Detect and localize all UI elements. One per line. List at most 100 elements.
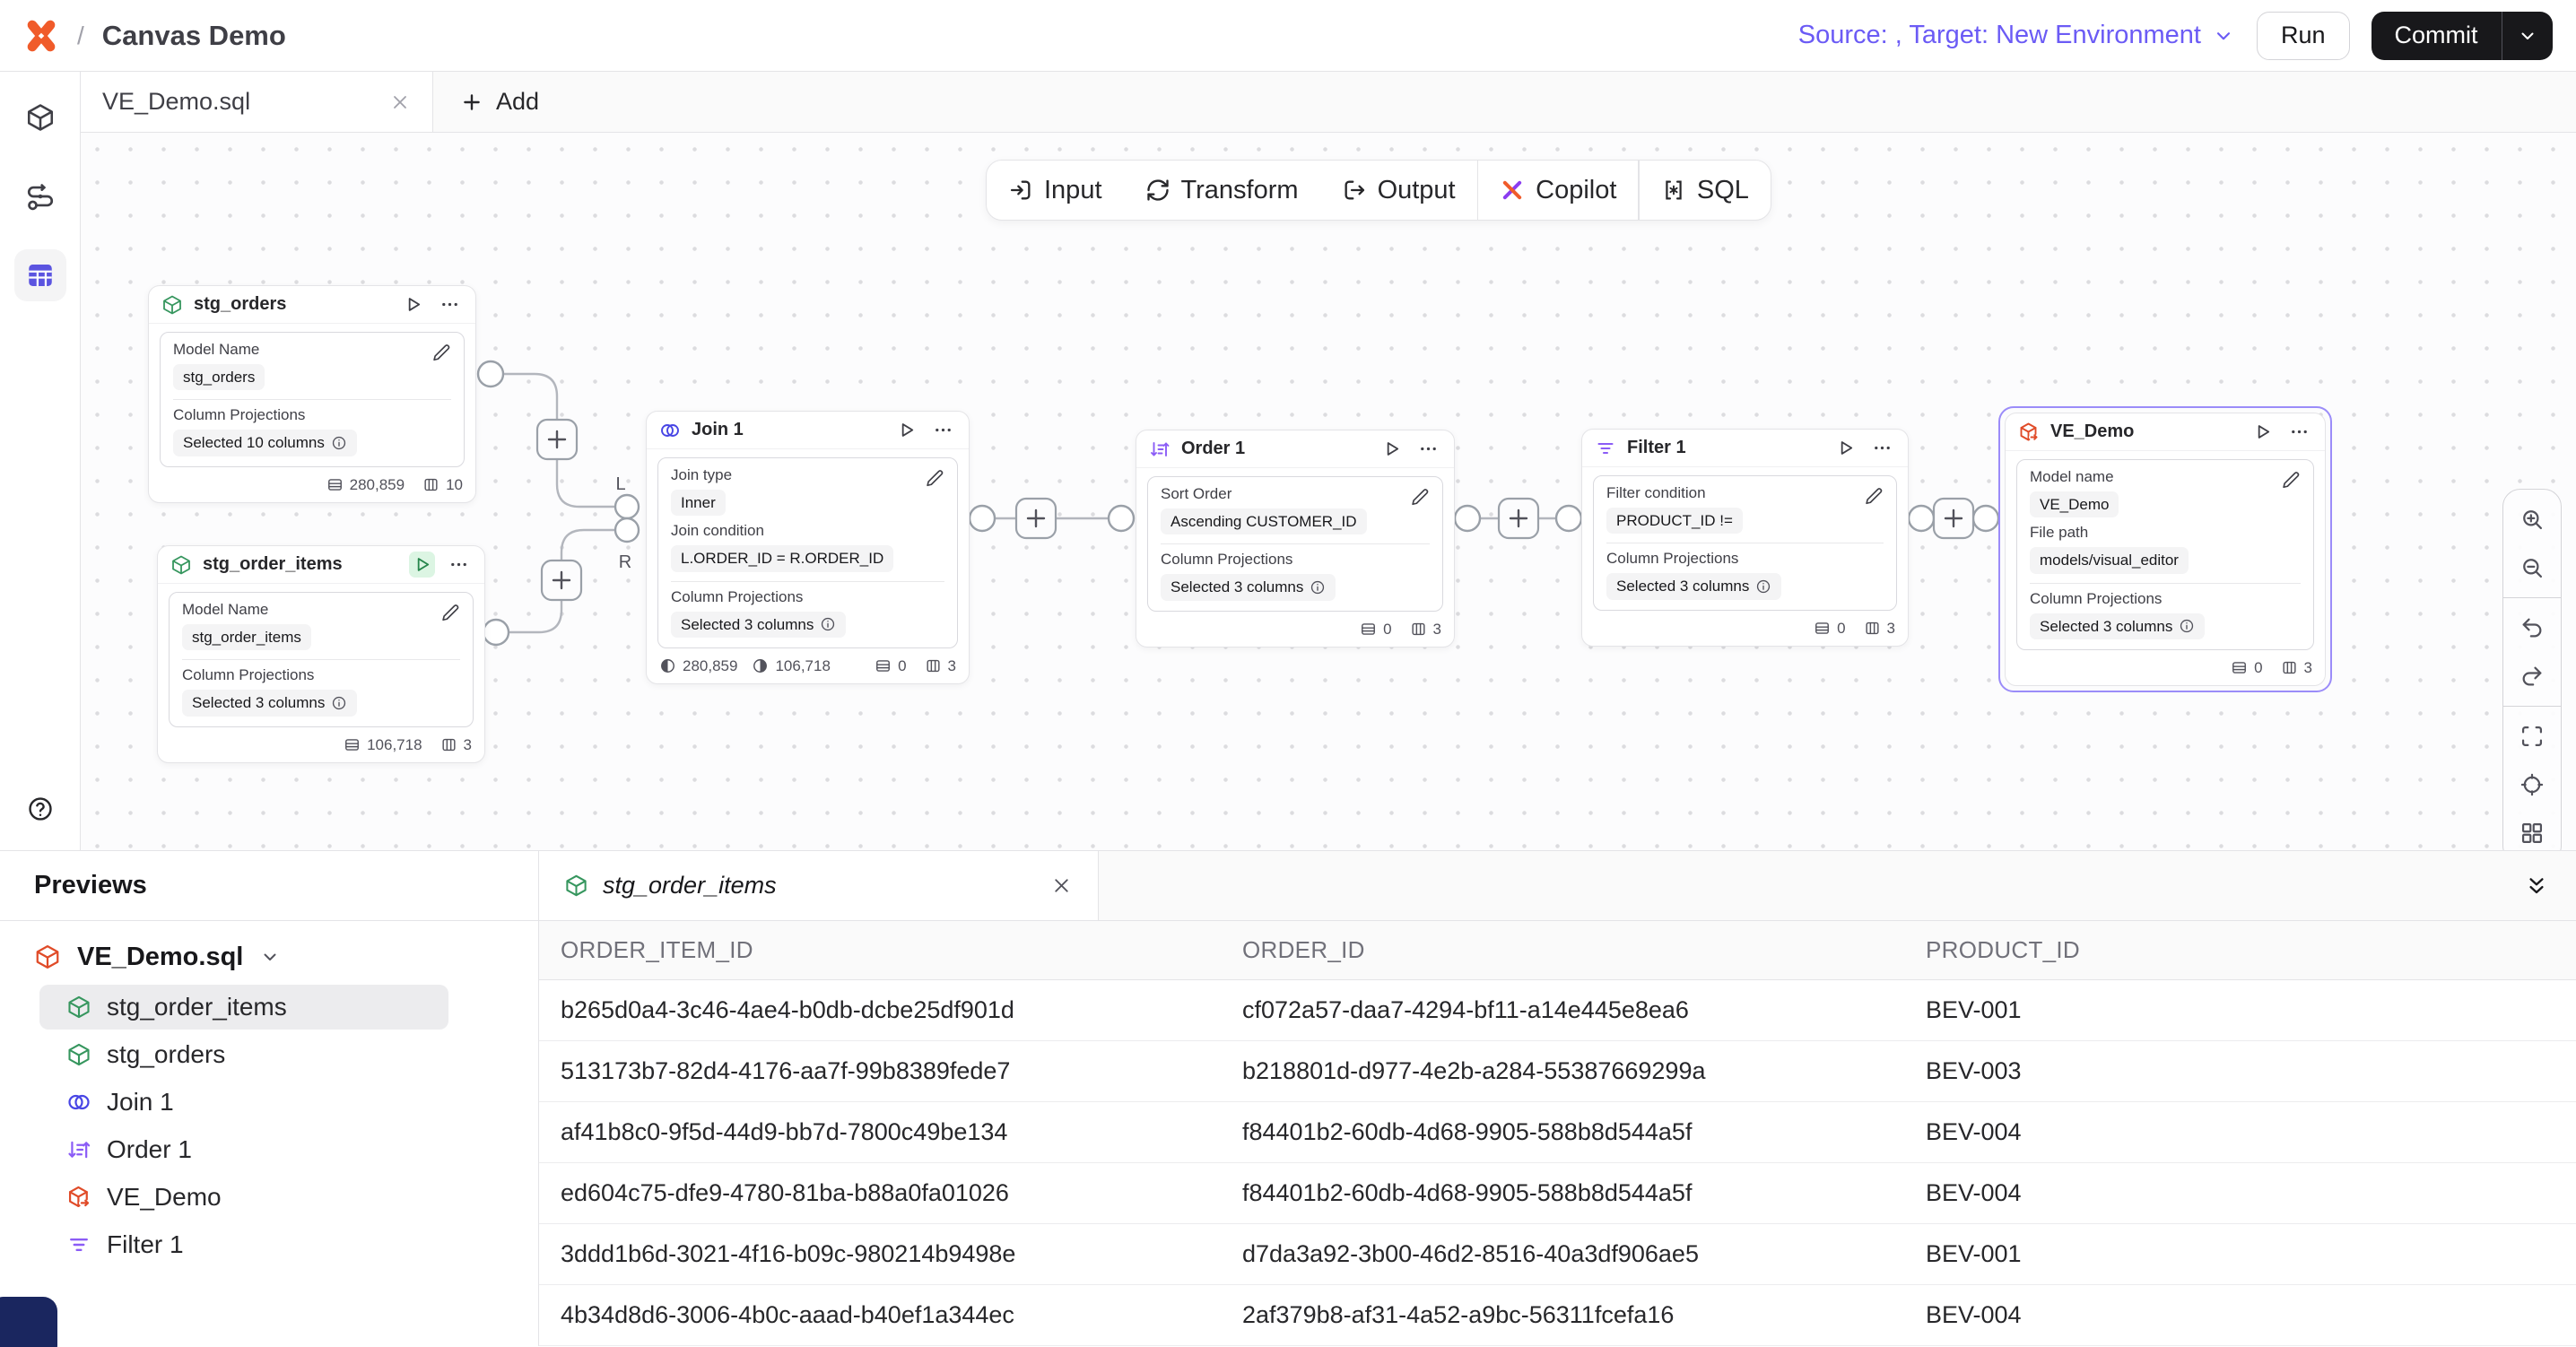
input-port[interactable] bbox=[1556, 506, 1581, 531]
rows-icon bbox=[1360, 621, 1377, 638]
output-port[interactable] bbox=[1455, 506, 1480, 531]
edit-icon[interactable] bbox=[1410, 487, 1430, 507]
chevron-down-icon[interactable] bbox=[259, 946, 281, 968]
info-icon[interactable] bbox=[2179, 618, 2195, 634]
copilot-icon bbox=[1500, 178, 1525, 203]
tree-item-join-1[interactable]: Join 1 bbox=[39, 1080, 448, 1125]
play-icon bbox=[1381, 439, 1402, 459]
center-view-button[interactable] bbox=[2510, 762, 2554, 807]
node-play-button[interactable] bbox=[1832, 435, 1858, 461]
chevrons-down-icon bbox=[2524, 873, 2549, 899]
field-value-chip: Selected 3 columns bbox=[2030, 613, 2205, 639]
tree-root-label: VE_Demo.sql bbox=[77, 943, 243, 972]
node-play-button[interactable] bbox=[409, 552, 435, 578]
toolbar-copilot-button[interactable]: Copilot bbox=[1478, 161, 1638, 220]
tree-item-filter-1[interactable]: Filter 1 bbox=[39, 1222, 448, 1267]
info-icon[interactable] bbox=[1755, 578, 1771, 595]
info-icon[interactable] bbox=[820, 616, 836, 632]
help-button[interactable] bbox=[26, 795, 55, 823]
input-port[interactable] bbox=[1109, 506, 1134, 531]
environment-selector[interactable]: Source: , Target: New Environment bbox=[1798, 21, 2235, 50]
chat-widget[interactable] bbox=[0, 1297, 57, 1347]
previews-title: Previews bbox=[34, 871, 147, 900]
edit-icon[interactable] bbox=[2281, 470, 2301, 490]
node-menu-button[interactable] bbox=[1415, 436, 1441, 462]
undo-button[interactable] bbox=[2510, 605, 2554, 650]
node-menu-button[interactable] bbox=[1869, 435, 1895, 461]
preview-tab-stg-order-items[interactable]: stg_order_items bbox=[539, 851, 1099, 920]
tree-item-ve-demo[interactable]: VE_Demo bbox=[39, 1175, 448, 1220]
edit-icon[interactable] bbox=[440, 603, 460, 622]
node-menu-button[interactable] bbox=[2286, 419, 2312, 445]
toolbar-input-button[interactable]: Input bbox=[987, 161, 1124, 220]
output-port[interactable] bbox=[970, 506, 995, 531]
sort-icon bbox=[66, 1137, 91, 1162]
add-tab-button[interactable]: Add bbox=[433, 72, 566, 132]
fit-view-button[interactable] bbox=[2510, 714, 2554, 759]
edit-icon[interactable] bbox=[431, 343, 451, 362]
ellipsis-icon bbox=[448, 554, 469, 575]
field-value-chip: Selected 3 columns bbox=[1606, 573, 1781, 599]
tab-close-button[interactable] bbox=[389, 91, 411, 113]
rail-pipeline-button[interactable] bbox=[14, 170, 66, 222]
toolbar-sql-button[interactable]: SQL bbox=[1640, 161, 1771, 220]
node-filter-1[interactable]: Filter 1 Filter condition PRODUCT_ID != … bbox=[1581, 429, 1909, 647]
output-port[interactable] bbox=[483, 620, 509, 645]
tab-ve-demo-sql[interactable]: VE_Demo.sql bbox=[81, 72, 433, 132]
tree-item-order-1[interactable]: Order 1 bbox=[39, 1127, 448, 1172]
row-count: 280,859 bbox=[350, 476, 405, 494]
node-join-1[interactable]: Join 1 Join type Inner Join condition L.… bbox=[646, 411, 970, 684]
canvas-toolbar: Input Transform Output Copilot SQL bbox=[986, 160, 1771, 221]
app-logo-icon[interactable] bbox=[23, 18, 59, 54]
card-divider bbox=[671, 581, 944, 582]
input-port-right[interactable] bbox=[615, 518, 639, 542]
input-port[interactable] bbox=[1973, 506, 1998, 531]
filter-icon bbox=[66, 1232, 91, 1257]
field-label: Sort Order bbox=[1161, 485, 1367, 503]
run-button[interactable]: Run bbox=[2257, 12, 2350, 60]
tree-item-stg-orders[interactable]: stg_orders bbox=[39, 1032, 448, 1077]
column-header: ORDER_ITEM_ID bbox=[539, 936, 1221, 964]
input-port-left[interactable] bbox=[615, 495, 639, 518]
edit-icon[interactable] bbox=[1864, 486, 1884, 506]
field-label: File path bbox=[2030, 524, 2301, 542]
zoom-in-button[interactable] bbox=[2510, 497, 2554, 542]
canvas-controls bbox=[2502, 489, 2562, 850]
edit-icon[interactable] bbox=[925, 468, 944, 488]
node-stg-order-items[interactable]: stg_order_items Model Name stg_order_ite… bbox=[157, 545, 485, 763]
zoom-out-button[interactable] bbox=[2510, 545, 2554, 590]
info-icon[interactable] bbox=[1310, 579, 1326, 595]
info-icon[interactable] bbox=[331, 435, 347, 451]
preview-tab-close-button[interactable] bbox=[1050, 874, 1073, 897]
toolbar-transform-button[interactable]: Transform bbox=[1124, 161, 1320, 220]
commit-dropdown-button[interactable] bbox=[2502, 12, 2553, 60]
node-menu-button[interactable] bbox=[930, 417, 956, 443]
node-menu-button[interactable] bbox=[446, 552, 472, 578]
node-play-button[interactable] bbox=[893, 417, 919, 443]
rail-models-button[interactable] bbox=[14, 91, 66, 143]
node-play-button[interactable] bbox=[1379, 436, 1405, 462]
tree-root-ve-demo-sql[interactable]: VE_Demo.sql bbox=[0, 932, 538, 982]
canvas[interactable]: L R Input Transform bbox=[81, 133, 2576, 850]
output-port[interactable] bbox=[1909, 506, 1934, 531]
node-play-button[interactable] bbox=[400, 291, 426, 317]
node-ve-demo[interactable]: VE_Demo Model name VE_Demo File path mod bbox=[2005, 413, 2326, 686]
layout-button[interactable] bbox=[2510, 811, 2554, 850]
node-footer: 106,718 3 bbox=[158, 733, 484, 762]
rail-table-button[interactable] bbox=[14, 249, 66, 301]
commit-button[interactable]: Commit bbox=[2371, 12, 2502, 60]
toolbar-output-button[interactable]: Output bbox=[1320, 161, 1477, 220]
output-port[interactable] bbox=[478, 361, 503, 387]
tree-item-stg-order-items[interactable]: stg_order_items bbox=[39, 985, 448, 1030]
redo-button[interactable] bbox=[2510, 654, 2554, 699]
toolbar-copilot-label: Copilot bbox=[1536, 176, 1616, 205]
table-cell: f84401b2-60db-4d68-9905-588b8d544a5f bbox=[1221, 1118, 1904, 1146]
node-menu-button[interactable] bbox=[437, 291, 463, 317]
info-icon[interactable] bbox=[331, 695, 347, 711]
node-order-1[interactable]: Order 1 Sort Order Ascending CUSTOMER_ID… bbox=[1136, 430, 1455, 647]
table-cell: BEV-004 bbox=[1904, 1301, 2576, 1329]
collapse-panel-button[interactable] bbox=[2524, 873, 2549, 899]
node-stg-orders[interactable]: stg_orders Model Name stg_orders Column … bbox=[148, 285, 476, 503]
ellipsis-icon bbox=[439, 294, 460, 315]
node-play-button[interactable] bbox=[2250, 419, 2276, 445]
